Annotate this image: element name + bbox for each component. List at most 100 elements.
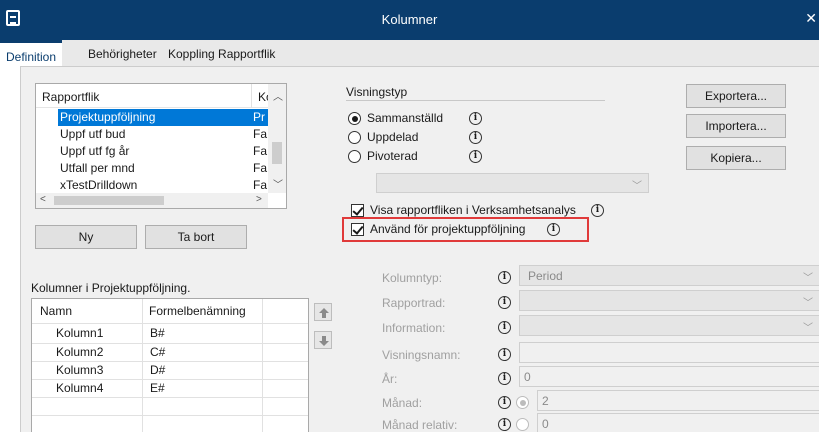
list-item-ko[interactable]: Fa <box>253 177 267 194</box>
ar-value: 0 <box>524 370 531 384</box>
rapportflik-list[interactable]: Rapportflik Ko Projektuppföljning Pr Upp… <box>35 83 287 209</box>
scroll-right-icon[interactable]: > <box>256 194 262 205</box>
info-icon[interactable]: i <box>547 223 560 236</box>
radio-pivoterad[interactable] <box>348 150 361 163</box>
ta-bort-button[interactable]: Ta bort <box>145 225 247 249</box>
ny-button[interactable]: Ny <box>35 225 137 249</box>
close-icon[interactable]: ✕ <box>805 10 817 27</box>
importera-button[interactable]: Importera... <box>686 114 786 138</box>
kolumntyp-label: Kolumntyp: <box>382 271 443 285</box>
pivot-combobox[interactable]: ﹀ <box>376 173 649 193</box>
scroll-up-icon[interactable]: ︿ <box>273 88 283 103</box>
rapportrad-combobox[interactable]: ﹀ <box>519 290 819 311</box>
tab-koppling-rapportflik[interactable]: Koppling Rapportflik <box>168 47 275 61</box>
grid-divider <box>142 299 143 432</box>
chevron-down-icon: ﹀ <box>803 323 813 334</box>
info-icon[interactable]: i <box>498 321 511 334</box>
info-icon[interactable]: i <box>498 296 511 309</box>
list-item-ko[interactable]: Fa <box>253 143 267 160</box>
ar-label: År: <box>382 372 398 386</box>
scroll-thumb[interactable] <box>54 196 164 205</box>
list-item-ko[interactable]: Pr <box>251 109 268 126</box>
radio-uppdelad-label[interactable]: Uppdelad <box>367 130 418 144</box>
table-row-formel[interactable]: B# <box>150 326 165 340</box>
move-down-button[interactable] <box>314 331 332 349</box>
horizontal-scrollbar[interactable]: < > <box>36 193 268 208</box>
radio-pivoterad-label[interactable]: Pivoterad <box>367 149 418 163</box>
scroll-down-icon[interactable]: ﹀ <box>273 176 283 191</box>
manad-label: Månad: <box>382 396 423 410</box>
info-icon[interactable]: i <box>591 204 604 217</box>
chevron-down-icon: ﹀ <box>803 273 813 284</box>
info-icon[interactable]: i <box>469 150 482 163</box>
tab-bar: Definition Behörigheter Koppling Rapport… <box>0 40 819 66</box>
manad-relativ-field[interactable]: 0 <box>537 413 819 432</box>
grid-divider <box>32 397 308 398</box>
exportera-button[interactable]: Exportera... <box>686 84 786 108</box>
list-item[interactable]: xTestDrilldown <box>60 177 137 194</box>
checkbox-anvand[interactable] <box>351 223 364 236</box>
kolumner-grid[interactable]: Namn Formelbenämning Kolumn1 B# Kolumn2 … <box>31 298 309 432</box>
grid-divider <box>32 415 308 416</box>
list-item-name: Projektuppföljning <box>60 110 156 124</box>
vertical-scrollbar[interactable]: ︿ ﹀ <box>268 84 286 193</box>
kolumntyp-combobox[interactable]: Period ﹀ <box>519 265 819 286</box>
list-item[interactable]: Uppf utf fg år <box>60 143 129 160</box>
checkbox-anvand-label[interactable]: Använd för projektuppföljning <box>370 222 525 236</box>
radio-sammanstalld-label[interactable]: Sammanställd <box>367 111 443 125</box>
header-divider <box>251 84 252 108</box>
info-icon[interactable]: i <box>498 348 511 361</box>
table-row-name[interactable]: Kolumn4 <box>56 381 103 395</box>
table-row-formel[interactable]: D# <box>150 363 165 377</box>
list-item-ko[interactable]: Fa <box>253 126 267 143</box>
kopiera-button[interactable]: Kopiera... <box>686 146 786 170</box>
scroll-thumb[interactable] <box>272 142 282 164</box>
grid-divider <box>32 323 308 324</box>
chevron-down-icon: ﹀ <box>632 181 642 192</box>
list-item[interactable]: Utfall per mnd <box>60 160 135 177</box>
grid-divider <box>262 299 263 432</box>
rapportflik-list-header: Rapportflik Ko <box>36 84 286 108</box>
title-bar: Kolumner ✕ <box>0 0 819 40</box>
move-up-button[interactable] <box>314 303 332 321</box>
visningstyp-label: Visningstyp <box>346 85 408 99</box>
tab-behorigheter[interactable]: Behörigheter <box>88 47 157 61</box>
manad-relativ-value: 0 <box>542 417 549 431</box>
rapportrad-label: Rapportrad: <box>382 296 446 310</box>
manad-value: 2 <box>542 394 549 408</box>
scroll-left-icon[interactable]: < <box>40 194 46 205</box>
radio-sammanstalld[interactable] <box>348 112 361 125</box>
kolumntyp-value: Period <box>528 269 563 283</box>
information-combobox[interactable]: ﹀ <box>519 315 819 336</box>
list-item[interactable]: Uppf utf bud <box>60 126 125 143</box>
checkbox-visa-label[interactable]: Visa rapportfliken i Verksamhetsanalys <box>370 203 576 217</box>
table-row-formel[interactable]: C# <box>150 345 165 359</box>
ar-field[interactable]: 0 <box>519 366 819 387</box>
radio-manad[interactable] <box>516 396 529 409</box>
tab-definition[interactable]: Definition <box>0 40 63 66</box>
info-icon[interactable]: i <box>469 131 482 144</box>
info-icon[interactable]: i <box>498 271 511 284</box>
info-icon[interactable]: i <box>469 112 482 125</box>
column-header-rapportflik[interactable]: Rapportflik <box>42 90 99 104</box>
kolumner-group-label: Kolumner i Projektuppföljning. <box>31 281 191 295</box>
radio-uppdelad[interactable] <box>348 131 361 144</box>
info-icon[interactable]: i <box>498 418 511 431</box>
table-row-name[interactable]: Kolumn2 <box>56 345 103 359</box>
column-header-formel[interactable]: Formelbenämning <box>149 304 246 318</box>
table-row-formel[interactable]: E# <box>150 381 165 395</box>
radio-manad-relativ[interactable] <box>516 418 529 431</box>
checkbox-visa[interactable] <box>351 204 364 217</box>
list-item-ko[interactable]: Fa <box>253 160 267 177</box>
grid-divider <box>32 379 308 380</box>
table-row-name[interactable]: Kolumn3 <box>56 363 103 377</box>
manad-field[interactable]: 2 <box>537 390 819 411</box>
table-row-name[interactable]: Kolumn1 <box>56 326 103 340</box>
column-header-namn[interactable]: Namn <box>40 304 72 318</box>
grid-divider <box>32 361 308 362</box>
arrow-up-icon <box>319 308 329 318</box>
visningsnamn-field[interactable] <box>519 342 819 363</box>
list-item[interactable]: Projektuppföljning <box>58 109 251 126</box>
info-icon[interactable]: i <box>498 372 511 385</box>
info-icon[interactable]: i <box>498 396 511 409</box>
